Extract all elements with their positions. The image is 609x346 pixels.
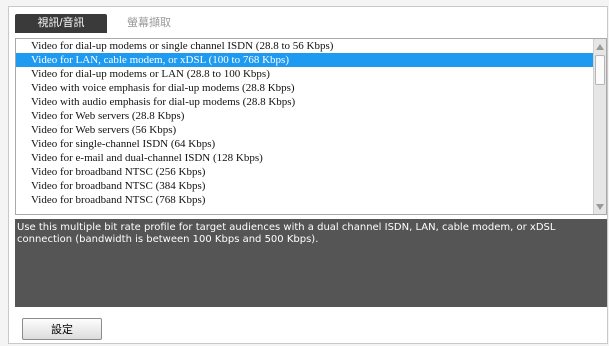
profile-description: Use this multiple bit rate profile for t…	[15, 219, 607, 307]
profile-list-item[interactable]: Video for LAN, cable modem, or xDSL (100…	[16, 53, 594, 67]
scroll-down-arrow-icon	[596, 203, 604, 210]
profile-list-item[interactable]: Video for broadband NTSC (384 Kbps)	[16, 179, 594, 193]
scroll-down-button[interactable]	[594, 200, 606, 213]
profile-list-item[interactable]: Video for broadband NTSC (256 Kbps)	[16, 165, 594, 179]
profile-list-item[interactable]: Video for Web servers (56 Kbps)	[16, 123, 594, 137]
tab-video-audio[interactable]: 視訊/音訊	[15, 14, 107, 33]
settings-button[interactable]: 設定	[22, 318, 102, 340]
profile-list-item[interactable]: Video for Web servers (28.8 Kbps)	[16, 109, 594, 123]
profile-listbox[interactable]: Video for dial-up modems or single chann…	[15, 38, 607, 215]
profile-list: Video for dial-up modems or single chann…	[16, 39, 594, 207]
scroll-thumb[interactable]	[595, 55, 605, 85]
scroll-up-button[interactable]	[594, 40, 606, 53]
scroll-up-arrow-icon	[596, 43, 604, 50]
profile-list-item[interactable]: Video for dial-up modems or LAN (28.8 to…	[16, 67, 594, 81]
profile-list-item[interactable]: Video for dial-up modems or single chann…	[16, 39, 594, 53]
tab-screen-capture[interactable]: 螢幕擷取	[107, 14, 185, 33]
profile-list-item[interactable]: Video for single-channel ISDN (64 Kbps)	[16, 137, 594, 151]
profile-list-item[interactable]: Video with voice emphasis for dial-up mo…	[16, 81, 594, 95]
profile-list-item[interactable]: Video for broadband NTSC (768 Kbps)	[16, 193, 594, 207]
profile-list-item[interactable]: Video with audio emphasis for dial-up mo…	[16, 95, 594, 109]
profile-list-item[interactable]: Video for e-mail and dual-channel ISDN (…	[16, 151, 594, 165]
tab-bar: 視訊/音訊 螢幕擷取	[15, 14, 185, 33]
vertical-scrollbar[interactable]	[593, 39, 606, 214]
